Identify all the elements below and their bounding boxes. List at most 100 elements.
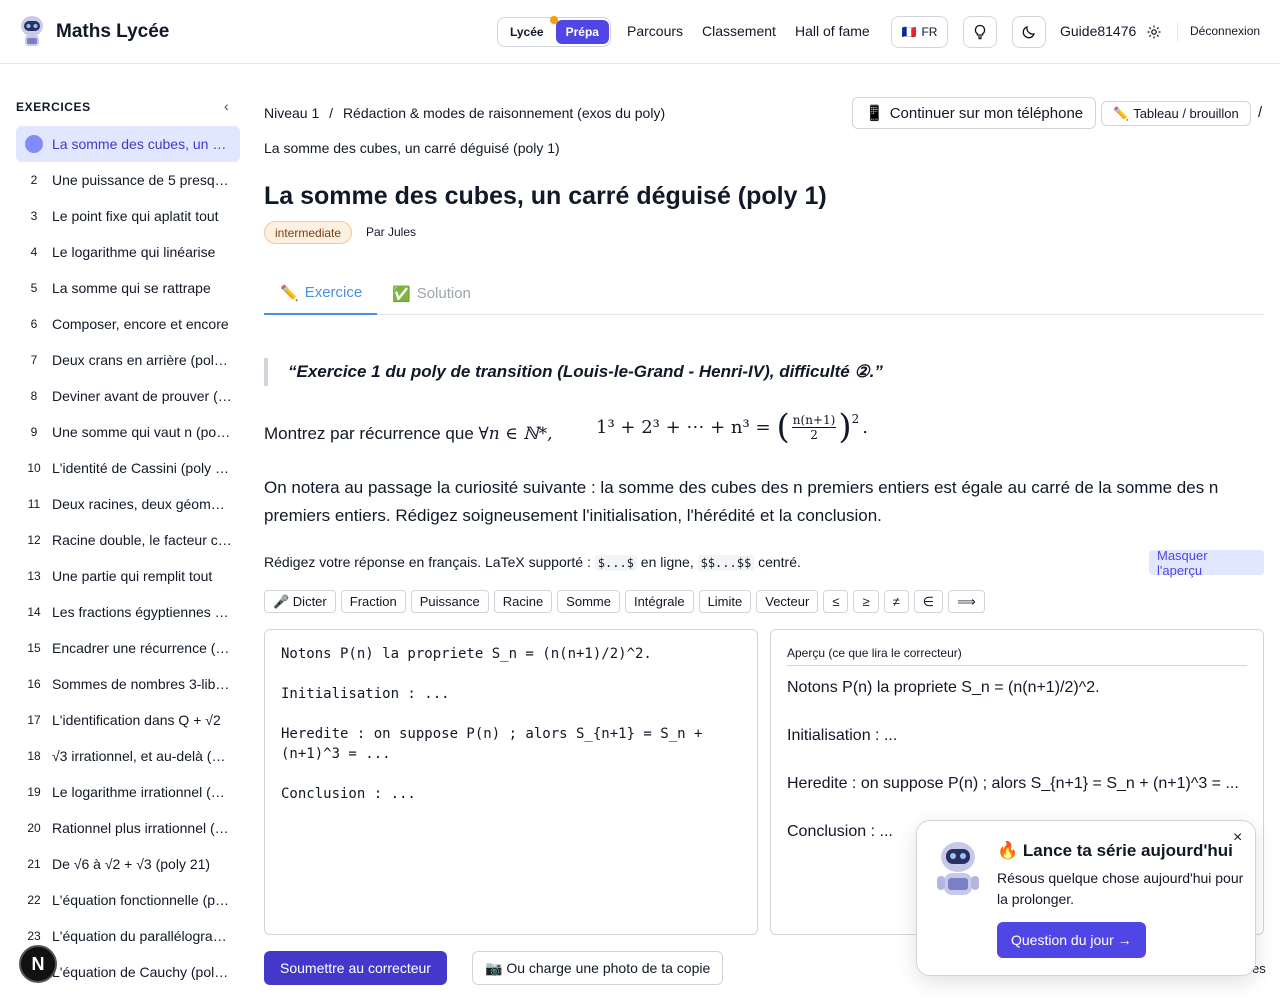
sidebar-item-number: 22 <box>27 893 41 907</box>
sidebar-item[interactable]: 9 Une somme qui vaut n (poly 9) <box>16 414 240 450</box>
exercise-sidebar: EXERCICES ‹ La somme des cubes, un carré… <box>0 64 252 1000</box>
popup-title: 🔥 Lance ta série aujourd'hui <box>997 841 1233 860</box>
sidebar-item-label: L'identification dans Q + √2 <box>52 712 221 728</box>
tab-solution[interactable]: ✅ Solution <box>392 272 471 315</box>
tab-exercice-label: Exercice <box>304 284 363 301</box>
hide-preview-button[interactable]: Masquer l'aperçu <box>1149 548 1264 578</box>
preview-label: Aperçu (ce que lira le correcteur) <box>787 646 1247 666</box>
difficulty-badge: intermediate <box>264 221 353 244</box>
sidebar-item[interactable]: 20 Rationnel plus irrationnel (poly 20) <box>16 810 240 846</box>
breadcrumb-chapter[interactable]: Rédaction & modes de raisonnement (exos … <box>343 105 665 121</box>
robot-logo-icon[interactable] <box>16 14 48 48</box>
sidebar-item-number: 11 <box>27 497 41 511</box>
upload-photo-button[interactable]: 📷 Ou charge une photo de ta copie <box>472 951 724 985</box>
whiteboard-button[interactable]: ✏️ Tableau / brouillon <box>1101 101 1251 126</box>
sidebar-item[interactable]: 4 Le logarithme qui linéarise <box>16 234 240 270</box>
sidebar-heading: EXERCICES <box>16 100 91 114</box>
dark-mode-button[interactable] <box>1012 16 1046 48</box>
toolbar-button[interactable]: ≤ <box>823 590 849 613</box>
sidebar-item[interactable]: 19 Le logarithme irrationnel (poly 19) <box>16 774 240 810</box>
toolbar-button[interactable]: Intégrale <box>624 590 694 613</box>
sidebar-item[interactable]: 5 La somme qui se rattrape <box>16 270 240 306</box>
app-title[interactable]: Maths Lycée <box>56 21 169 43</box>
sidebar-item-number: 7 <box>30 353 38 367</box>
sidebar-item[interactable]: 12 Racine double, le facteur carré <box>16 522 240 558</box>
submit-button[interactable]: Soumettre au correcteur <box>264 951 447 985</box>
sidebar-item[interactable]: 17 L'identification dans Q + √2 <box>16 702 240 738</box>
sidebar-item-label: De √6 à √2 + √3 (poly 21) <box>52 856 211 872</box>
sidebar-item-label: L'équation fonctionnelle (poly 22) <box>52 892 232 908</box>
sidebar-item[interactable]: La somme des cubes, un carré déguisé (po… <box>16 126 240 162</box>
level-toggle[interactable]: Lycée Prépa <box>497 16 611 47</box>
sidebar-item-label: Deviner avant de prouver (poly 8) <box>52 388 232 404</box>
sidebar-item[interactable]: 7 Deux crans en arrière (poly 7) <box>16 342 240 378</box>
sidebar-item-label: Une puissance de 5 presque divisible <box>52 172 232 188</box>
sidebar-item[interactable]: 2 Une puissance de 5 presque divisible <box>16 162 240 198</box>
popup-text: Résous quelque chose aujourd'hui pour la… <box>997 870 1244 907</box>
collapse-chevron-icon[interactable]: ‹ <box>224 98 229 114</box>
preview-line: Heredite : on suppose P(n) ; alors S_{n+… <box>787 775 1239 792</box>
breadcrumb-level[interactable]: Niveau 1 <box>264 105 319 121</box>
breadcrumb-slash: / <box>1258 104 1263 121</box>
sidebar-item[interactable]: 3 Le point fixe qui aplatit tout <box>16 198 240 234</box>
toolbar-button[interactable]: ≠ <box>883 590 909 613</box>
close-icon[interactable]: × <box>1233 829 1242 847</box>
hint-inline-code: $...$ <box>594 555 637 571</box>
sidebar-item[interactable]: 6 Composer, encore et encore <box>16 306 240 342</box>
sidebar-item-number: 9 <box>30 425 38 439</box>
settings-gear-icon[interactable] <box>1146 24 1162 40</box>
sidebar-item[interactable]: 18 √3 irrationnel, et au-delà (poly 18) <box>16 738 240 774</box>
formula-period: . <box>862 416 868 438</box>
sidebar-item-number: 16 <box>27 677 41 691</box>
sidebar-item-label: Le logarithme qui linéarise <box>52 244 216 260</box>
answer-textarea[interactable]: Notons P(n) la propriete S_n = (n(n+1)/2… <box>264 629 758 935</box>
sidebar-item[interactable]: 22 L'équation fonctionnelle (poly 22) <box>16 882 240 918</box>
toolbar-button[interactable]: ∈ <box>913 590 944 613</box>
sidebar-item[interactable]: 14 Les fractions égyptiennes (poly 14) <box>16 594 240 630</box>
sidebar-item-number: 12 <box>27 533 41 547</box>
toolbar-button[interactable]: Vecteur <box>756 590 819 613</box>
toolbar-button[interactable]: ⟹ <box>948 590 985 613</box>
breadcrumb-current: La somme des cubes, un carré déguisé (po… <box>264 140 560 156</box>
sidebar-item-number: 14 <box>27 605 41 619</box>
sidebar-item[interactable]: 10 L'identité de Cassini (poly 10) <box>16 450 240 486</box>
sidebar-item-number: 6 <box>30 317 38 331</box>
hint-button[interactable] <box>963 16 997 48</box>
language-label: FR <box>921 25 938 39</box>
sidebar-item[interactable]: 13 Une partie qui remplit tout <box>16 558 240 594</box>
sidebar-item[interactable]: 11 Deux racines, deux géométries <box>16 486 240 522</box>
toolbar-button[interactable]: Somme <box>557 590 620 613</box>
lightbulb-icon <box>974 24 986 40</box>
toggle-prepa[interactable]: Prépa <box>555 20 609 44</box>
preview-line: Notons P(n) la propriete S_n = (n(n+1)/2… <box>787 679 1100 696</box>
toggle-lycee[interactable]: Lycée <box>500 20 554 44</box>
sidebar-item[interactable]: 15 Encadrer une récurrence (poly 15) <box>16 630 240 666</box>
logout-link[interactable]: Déconnexion <box>1190 24 1260 38</box>
language-button[interactable]: 🇫🇷 FR <box>891 16 948 48</box>
nav-hall-of-fame[interactable]: Hall of fame <box>795 23 870 39</box>
toolbar-button[interactable]: ≥ <box>853 590 879 613</box>
toolbar-button[interactable]: Puissance <box>410 590 489 613</box>
sidebar-item[interactable]: 21 De √6 à √2 + √3 (poly 21) <box>16 846 240 882</box>
floating-n-badge[interactable]: N <box>19 945 57 983</box>
nav-parcours[interactable]: Parcours <box>627 23 683 39</box>
pencil-icon: ✏️ <box>280 284 299 302</box>
toolbar-button[interactable]: Racine <box>493 590 553 613</box>
continue-on-phone-button[interactable]: 📱 Continuer sur mon téléphone <box>852 97 1097 129</box>
sidebar-item[interactable]: 8 Deviner avant de prouver (poly 8) <box>16 378 240 414</box>
sidebar-item-number: 21 <box>27 857 41 871</box>
username[interactable]: Guide81476 <box>1060 23 1136 39</box>
question-of-the-day-button[interactable]: Question du jour → <box>997 922 1146 958</box>
continue-on-phone-label: Continuer sur mon téléphone <box>889 104 1084 122</box>
exercise-list: La somme des cubes, un carré déguisé (po… <box>16 126 240 990</box>
sidebar-item[interactable]: 16 Sommes de nombres 3-libres <box>16 666 240 702</box>
sidebar-item-label: L'identité de Cassini (poly 10) <box>52 460 232 476</box>
toolbar-button[interactable]: Fraction <box>340 590 406 613</box>
french-flag-icon: 🇫🇷 <box>901 25 917 39</box>
tab-exercice[interactable]: ✏️ Exercice <box>264 272 377 315</box>
hint-block-code: $$...$$ <box>697 555 755 571</box>
toolbar-button[interactable]: Limite <box>698 590 752 613</box>
toolbar-button[interactable]: 🎤 Dicter <box>264 590 336 613</box>
source-quote: “Exercice 1 du poly de transition (Louis… <box>264 358 1264 386</box>
nav-classement[interactable]: Classement <box>702 23 776 39</box>
